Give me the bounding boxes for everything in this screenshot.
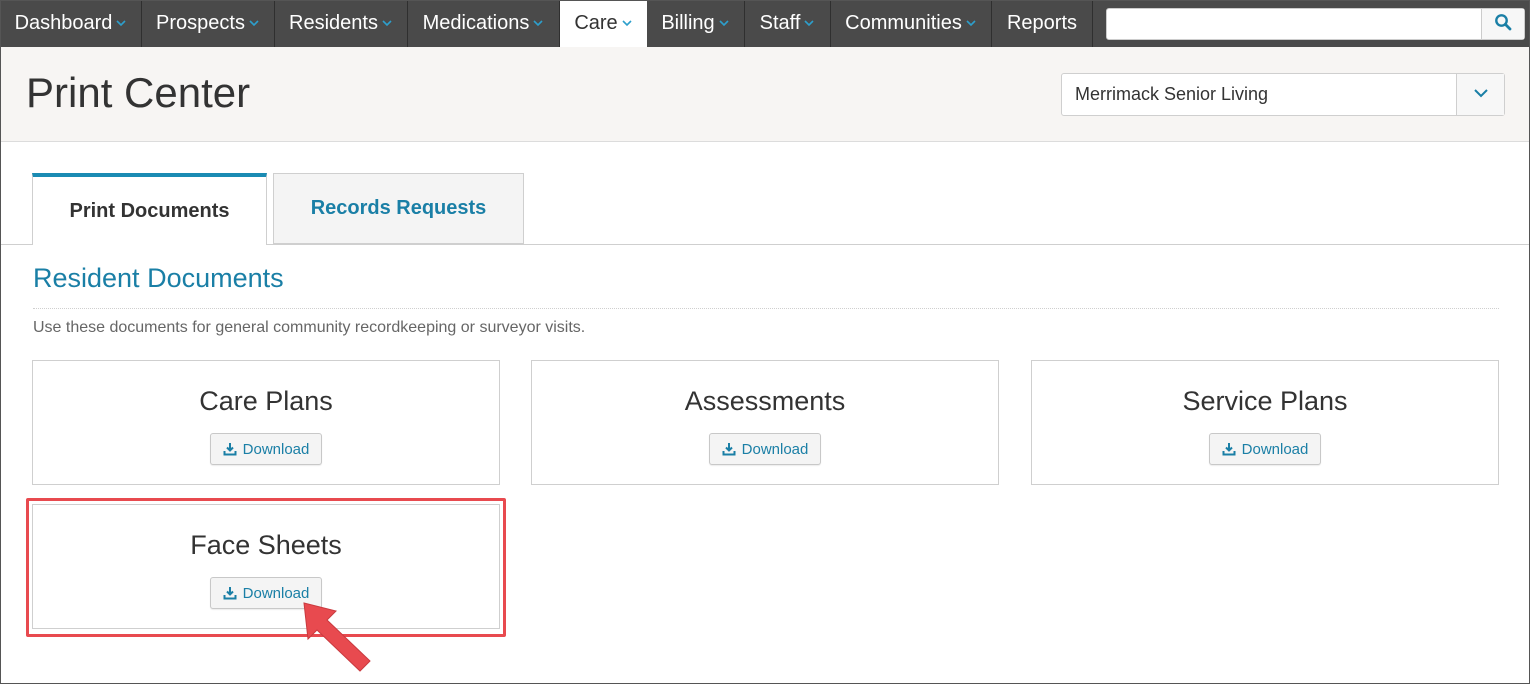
- chevron-down-icon: [115, 18, 127, 28]
- download-label: Download: [1241, 440, 1309, 458]
- nav-label: Medications: [422, 11, 530, 34]
- chevron-down-icon: [803, 18, 815, 28]
- download-button[interactable]: Download: [709, 433, 821, 465]
- chevron-down-icon: [381, 18, 393, 28]
- nav-item-residents[interactable]: Residents: [275, 1, 408, 47]
- nav-label: Care: [574, 11, 618, 34]
- chevron-down-icon: [621, 18, 633, 28]
- download-icon: [223, 442, 237, 456]
- nav-item-staff[interactable]: Staff: [745, 1, 831, 47]
- nav-label: Reports: [1006, 11, 1078, 34]
- chevron-down-icon: [718, 18, 730, 28]
- tab-records-requests[interactable]: Records Requests: [273, 173, 524, 244]
- tab-label: Print Documents: [69, 199, 230, 222]
- community-select[interactable]: Merrimack Senior Living: [1061, 73, 1505, 116]
- section-title: Resident Documents: [33, 263, 284, 293]
- page-header: Print Center Merrimack Senior Living: [1, 47, 1529, 142]
- section-divider: [33, 308, 1499, 309]
- chevron-down-icon: [532, 18, 544, 28]
- pointer-arrow-icon: [303, 602, 371, 672]
- card-service-plans: Service Plans Download: [1031, 360, 1499, 485]
- nav-item-prospects[interactable]: Prospects: [142, 1, 275, 47]
- search-button[interactable]: [1481, 9, 1524, 39]
- nav-item-reports[interactable]: Reports: [992, 1, 1093, 47]
- page-title: Print Center: [26, 69, 251, 116]
- card-title: Assessments: [684, 386, 846, 416]
- chevron-down-icon: [965, 18, 977, 28]
- download-icon: [1222, 442, 1236, 456]
- nav-label: Billing: [661, 11, 715, 34]
- search-icon: [1494, 13, 1512, 36]
- card-care-plans: Care Plans Download: [32, 360, 500, 485]
- nav-label: Residents: [289, 11, 378, 34]
- card-assessments: Assessments Download: [531, 360, 999, 485]
- card-title: Service Plans: [1182, 386, 1348, 416]
- nav-label: Communities: [845, 11, 962, 34]
- section-description: Use these documents for general communit…: [33, 319, 586, 336]
- nav-item-billing[interactable]: Billing: [647, 1, 745, 47]
- top-nav: Dashboard Prospects Residents Medication…: [1, 1, 1529, 47]
- download-icon: [722, 442, 736, 456]
- nav-item-medications[interactable]: Medications: [408, 1, 560, 47]
- tab-print-documents[interactable]: Print Documents: [32, 173, 267, 245]
- download-button[interactable]: Download: [1209, 433, 1321, 465]
- download-button[interactable]: Download: [210, 433, 322, 465]
- nav-item-dashboard[interactable]: Dashboard: [1, 1, 142, 47]
- search-box: [1106, 8, 1525, 40]
- community-select-caret[interactable]: [1456, 74, 1504, 115]
- download-label: Download: [242, 440, 310, 458]
- nav-label: Prospects: [156, 11, 245, 34]
- search-input[interactable]: [1107, 9, 1481, 39]
- download-label: Download: [741, 440, 809, 458]
- highlight-box: [26, 498, 506, 637]
- card-title: Care Plans: [199, 386, 333, 416]
- nav-label: Staff: [759, 11, 801, 34]
- community-select-value: Merrimack Senior Living: [1075, 84, 1269, 104]
- nav-label: Dashboard: [14, 11, 113, 34]
- chevron-down-icon: [248, 18, 260, 28]
- nav-item-communities[interactable]: Communities: [831, 1, 992, 47]
- chevron-down-icon: [1473, 86, 1489, 104]
- nav-item-care[interactable]: Care: [560, 1, 647, 47]
- tab-label: Records Requests: [310, 197, 487, 219]
